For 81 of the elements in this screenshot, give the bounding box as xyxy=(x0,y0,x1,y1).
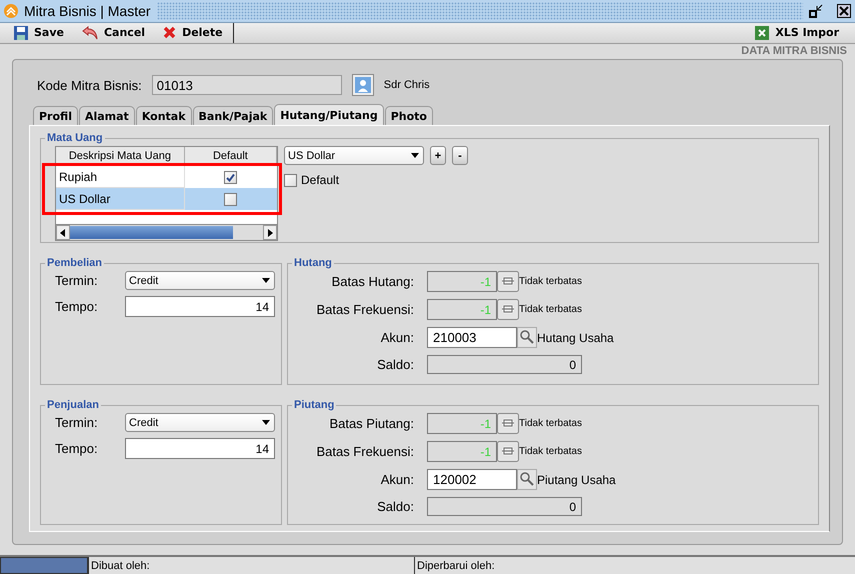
search-icon[interactable] xyxy=(517,469,537,490)
default-checkbox[interactable] xyxy=(224,192,238,206)
arrow-right-icon xyxy=(265,228,275,238)
spreadsheet-icon xyxy=(755,26,770,40)
caret-down-icon xyxy=(261,418,271,428)
status-text: Diperbarui oleh: xyxy=(414,557,855,574)
link-icon[interactable] xyxy=(497,413,519,434)
tempo-field[interactable]: 14 xyxy=(125,296,275,317)
field-label: Batas Frekuensi: xyxy=(315,302,414,317)
tempo-label: Tempo: xyxy=(55,441,99,456)
default-checkbox[interactable] xyxy=(284,174,297,186)
horizontal-scrollbar[interactable] xyxy=(56,224,277,240)
limit-field: -1 xyxy=(427,271,497,292)
tempo-field[interactable]: 14 xyxy=(125,438,275,459)
check-icon xyxy=(226,172,236,182)
tab[interactable]: Alamat xyxy=(78,106,135,125)
termin-label: Termin: xyxy=(55,273,99,288)
import-button[interactable]: XLS Impor xyxy=(747,22,849,43)
limit-note: Tidak terbatas xyxy=(519,446,582,457)
window-title: Mitra Bisnis | Master xyxy=(24,2,151,19)
field-label: Akun: xyxy=(380,330,414,345)
tab[interactable]: Profil xyxy=(33,106,78,125)
status-text: Dibuat oleh: xyxy=(88,557,414,574)
tab[interactable]: Kontak xyxy=(136,106,192,125)
table-cell: US Dollar xyxy=(56,188,185,210)
group-title: Pembelian xyxy=(46,257,104,269)
account-name: Hutang Usaha xyxy=(537,330,614,344)
group-title: Piutang xyxy=(293,399,336,411)
caret-down-icon xyxy=(261,276,271,286)
field-label: Akun: xyxy=(380,472,414,487)
link-icon[interactable] xyxy=(497,299,519,320)
undo-arrow-icon xyxy=(82,26,98,40)
field-label: Saldo: xyxy=(376,499,414,514)
limit-field: -1 xyxy=(427,299,497,320)
tab[interactable]: Hutang/Piutang xyxy=(274,104,384,125)
toolbar-button[interactable]: Cancel xyxy=(74,22,156,43)
currency-dropdown[interactable]: US Dollar xyxy=(284,146,424,165)
code-label: Kode Mitra Bisnis: xyxy=(37,78,142,92)
limit-note: Tidak terbatas xyxy=(519,418,582,429)
tempo-label: Tempo: xyxy=(55,299,99,314)
close-icon[interactable] xyxy=(837,4,851,18)
app-icon xyxy=(4,4,18,18)
delete-x-icon xyxy=(163,26,176,40)
group-title: Penjualan xyxy=(46,399,100,411)
account-name: Piutang Usaha xyxy=(537,472,616,486)
toolbar-button[interactable]: Delete xyxy=(155,22,233,43)
group-title: Mata Uang xyxy=(46,132,104,144)
field-label: Batas Piutang: xyxy=(328,416,414,431)
limit-note: Tidak terbatas xyxy=(519,304,582,315)
termin-dropdown[interactable]: Credit xyxy=(125,413,275,432)
limit-note: Tidak terbatas xyxy=(519,276,582,287)
balance-field: 0 xyxy=(427,497,582,516)
toolbar-button[interactable]: Save xyxy=(6,22,74,43)
remove-button[interactable]: - xyxy=(452,146,468,165)
link-icon[interactable] xyxy=(497,441,519,462)
section-title: DATA MITRA BISNIS xyxy=(741,45,847,58)
contact-button[interactable] xyxy=(352,74,374,96)
termin-label: Termin: xyxy=(55,415,99,430)
restore-icon[interactable] xyxy=(809,4,823,18)
balance-field: 0 xyxy=(427,355,582,374)
default-checkbox[interactable] xyxy=(224,170,238,184)
default-label: Default xyxy=(301,173,340,187)
caret-down-icon xyxy=(410,150,420,160)
tab[interactable]: Bank/Pajak xyxy=(192,106,274,125)
code-field[interactable]: 01013 xyxy=(152,75,342,95)
search-icon[interactable] xyxy=(517,327,537,348)
table-row[interactable]: US Dollar xyxy=(56,188,277,210)
link-icon[interactable] xyxy=(497,271,519,292)
account-field[interactable]: 120002 xyxy=(427,469,517,490)
group-title: Hutang xyxy=(293,257,333,269)
account-field[interactable]: 210003 xyxy=(427,327,517,348)
limit-field: -1 xyxy=(427,441,497,462)
tab[interactable]: Photo xyxy=(384,106,433,125)
termin-dropdown[interactable]: Credit xyxy=(125,271,275,290)
limit-field: -1 xyxy=(427,413,497,434)
add-button[interactable]: + xyxy=(430,146,446,165)
field-label: Batas Frekuensi: xyxy=(315,444,414,459)
contact-name: Sdr Chris xyxy=(384,79,430,91)
field-label: Saldo: xyxy=(376,357,414,372)
field-label: Batas Hutang: xyxy=(330,274,414,289)
arrow-left-icon xyxy=(58,228,68,238)
